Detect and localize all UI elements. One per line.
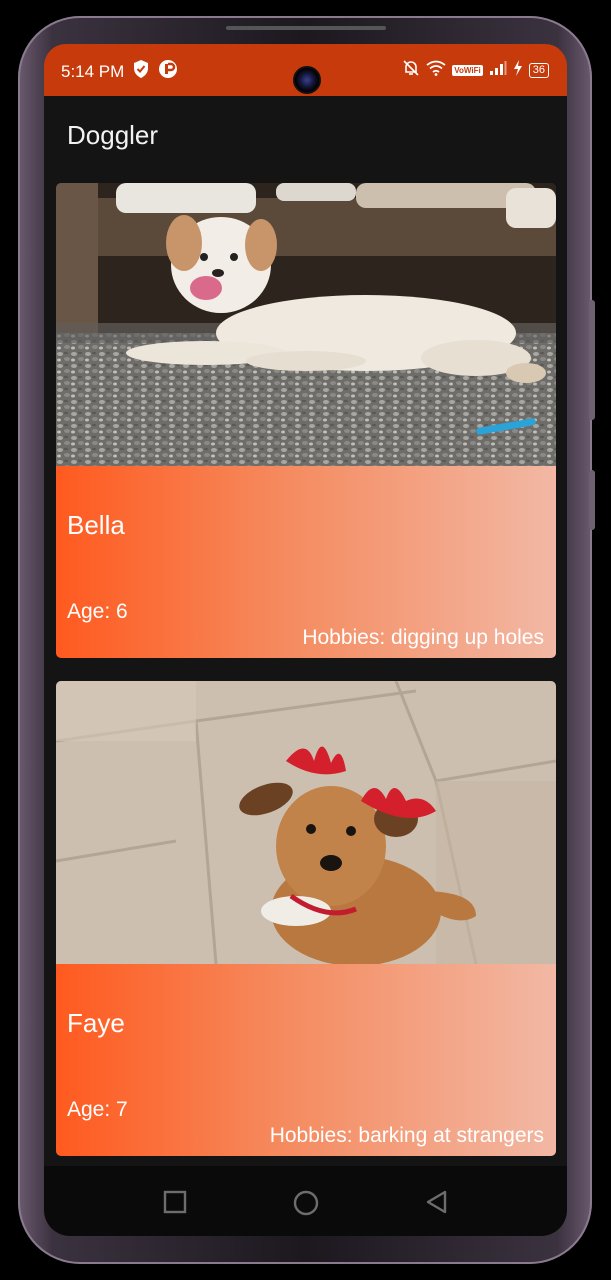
dog-card-faye[interactable]: Faye Age: 7 Hobbies: barking at stranger… xyxy=(56,681,556,1156)
wifi-icon xyxy=(426,60,446,81)
status-time: 5:14 PM xyxy=(61,61,125,81)
dog-name: Faye xyxy=(67,1008,125,1038)
battery-level: 36 xyxy=(528,63,549,78)
phone-speaker xyxy=(226,26,386,30)
charging-icon xyxy=(513,60,523,81)
shield-icon xyxy=(132,59,150,84)
app-screen: Doggler Bella Age: 6 Hobbies: digging up… xyxy=(44,96,567,1166)
dog-age: Age: 6 xyxy=(67,600,128,623)
volte-icon: VoWiFi xyxy=(452,65,483,76)
home-icon[interactable] xyxy=(293,1190,319,1221)
dog-photo-bella xyxy=(56,183,556,466)
mute-bell-icon xyxy=(402,59,420,82)
app-title: Doggler xyxy=(67,120,159,150)
signal-icon xyxy=(489,60,507,81)
dog-hobbies: Hobbies: barking at strangers xyxy=(269,1124,544,1147)
dog-age: Age: 7 xyxy=(67,1098,128,1121)
dog-info-bella: Bella Age: 6 Hobbies: digging up holes xyxy=(56,466,556,658)
dog-photo-faye xyxy=(56,681,556,966)
system-nav-bar xyxy=(44,1166,567,1236)
front-camera xyxy=(293,66,321,94)
app-notification-icon xyxy=(158,59,178,84)
dog-info-faye: Faye Age: 7 Hobbies: barking at stranger… xyxy=(56,964,556,1156)
dog-card-bella[interactable]: Bella Age: 6 Hobbies: digging up holes xyxy=(56,183,556,658)
side-button xyxy=(589,470,595,530)
dog-name: Bella xyxy=(67,510,125,540)
back-icon[interactable] xyxy=(425,1190,449,1219)
side-button xyxy=(589,300,595,420)
dog-hobbies: Hobbies: digging up holes xyxy=(302,626,544,649)
recents-icon[interactable] xyxy=(163,1190,187,1219)
